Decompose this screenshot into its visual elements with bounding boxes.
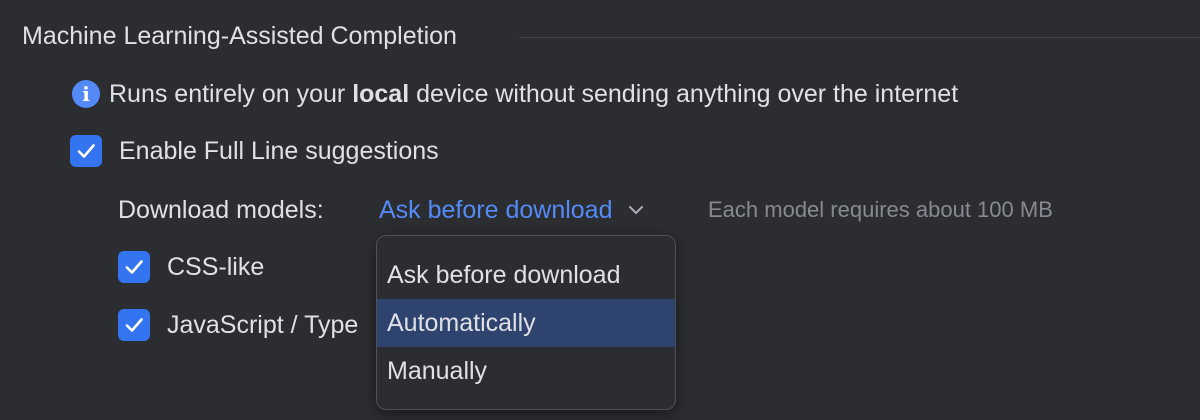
info-text: Runs entirely on your local device witho… bbox=[109, 79, 959, 108]
info-text-emphasis: local bbox=[352, 79, 410, 108]
javascript-checkbox[interactable] bbox=[118, 309, 150, 341]
option-automatically[interactable]: Automatically bbox=[377, 299, 675, 347]
section-title: Machine Learning-Assisted Completion bbox=[22, 22, 457, 50]
option-ask-before-download[interactable]: Ask before download bbox=[377, 251, 675, 299]
css-label: CSS-like bbox=[167, 252, 265, 281]
checkmark-icon bbox=[125, 260, 143, 274]
chevron-down-icon bbox=[628, 205, 644, 215]
download-models-selected: Ask before download bbox=[379, 195, 613, 224]
full-line-label: Enable Full Line suggestions bbox=[119, 136, 439, 165]
info-notice: i Runs entirely on your local device wit… bbox=[72, 78, 958, 110]
checkmark-icon bbox=[77, 144, 95, 158]
checkmark-icon bbox=[125, 318, 143, 332]
model-size-hint: Each model requires about 100 MB bbox=[708, 197, 1053, 222]
css-checkbox-row[interactable]: CSS-like bbox=[118, 251, 264, 283]
section-divider bbox=[519, 37, 1200, 38]
full-line-checkbox[interactable] bbox=[70, 135, 102, 167]
javascript-label: JavaScript / Type bbox=[167, 310, 359, 339]
full-line-checkbox-row[interactable]: Enable Full Line suggestions bbox=[70, 135, 439, 167]
download-models-label: Download models: bbox=[118, 196, 324, 224]
option-manually[interactable]: Manually bbox=[377, 347, 675, 395]
info-icon: i bbox=[72, 80, 100, 108]
download-models-dropdown[interactable]: Ask before download bbox=[379, 194, 644, 226]
javascript-checkbox-row[interactable]: JavaScript / Type bbox=[118, 309, 358, 341]
css-checkbox[interactable] bbox=[118, 251, 150, 283]
download-options-popup: Ask before download Automatically Manual… bbox=[376, 235, 676, 410]
